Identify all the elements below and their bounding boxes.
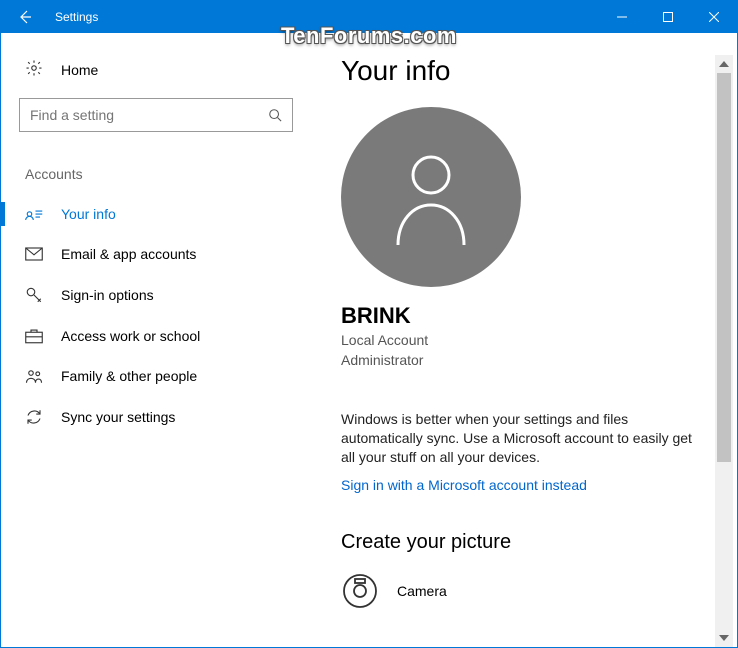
camera-option[interactable]: Camera [341,572,715,610]
sidebar-item-your-info[interactable]: Your info [1,194,311,234]
camera-icon [341,572,379,610]
scroll-track[interactable] [715,73,733,629]
avatar[interactable] [341,107,521,287]
search-box[interactable] [19,98,293,132]
gear-icon [25,59,43,80]
search-icon [268,108,282,122]
sidebar-item-label: Family & other people [61,368,197,384]
person-card-icon [25,207,43,221]
close-button[interactable] [691,1,737,33]
sidebar-item-access-work[interactable]: Access work or school [1,316,311,356]
maximize-button[interactable] [645,1,691,33]
person-icon [386,147,476,247]
sidebar: Home Accounts Your info Email & app acco… [1,33,311,647]
username: BRINK [341,303,715,329]
minimize-icon [617,12,627,22]
search-input[interactable] [30,107,268,123]
people-icon [25,368,43,384]
titlebar: Settings [1,1,737,33]
scroll-up-icon[interactable] [715,55,733,73]
home-label: Home [61,62,98,78]
sidebar-item-label: Your info [61,206,116,222]
page-title: Your info [341,55,715,87]
sidebar-item-family[interactable]: Family & other people [1,356,311,396]
camera-label: Camera [397,583,447,599]
mail-icon [25,247,43,261]
sidebar-item-label: Sign-in options [61,287,154,303]
main-panel: Your info BRINK Local Account Administra… [311,33,737,647]
sidebar-nav: Your info Email & app accounts Sign-in o… [1,194,311,438]
window-title: Settings [49,10,98,24]
account-role: Administrator [341,351,715,371]
scroll-thumb[interactable] [717,73,731,462]
picture-heading: Create your picture [341,531,715,554]
scroll-down-icon[interactable] [715,629,733,647]
back-button[interactable] [1,1,49,33]
content-area: Home Accounts Your info Email & app acco… [1,33,737,647]
maximize-icon [663,12,673,22]
account-type: Local Account [341,331,715,351]
sidebar-item-label: Access work or school [61,328,200,344]
sync-icon [25,408,43,426]
home-link[interactable]: Home [1,49,311,90]
arrow-left-icon [17,9,33,25]
sidebar-item-sync[interactable]: Sync your settings [1,396,311,438]
sync-blurb: Windows is better when your settings and… [341,410,701,467]
briefcase-icon [25,328,43,344]
minimize-button[interactable] [599,1,645,33]
sidebar-item-label: Email & app accounts [61,246,196,262]
sidebar-item-email-accounts[interactable]: Email & app accounts [1,234,311,274]
scrollbar[interactable] [715,55,733,647]
sidebar-category: Accounts [1,146,311,194]
sidebar-item-label: Sync your settings [61,409,175,425]
key-icon [25,286,43,304]
close-icon [709,12,719,22]
ms-account-link[interactable]: Sign in with a Microsoft account instead [341,477,587,493]
sidebar-item-signin-options[interactable]: Sign-in options [1,274,311,316]
